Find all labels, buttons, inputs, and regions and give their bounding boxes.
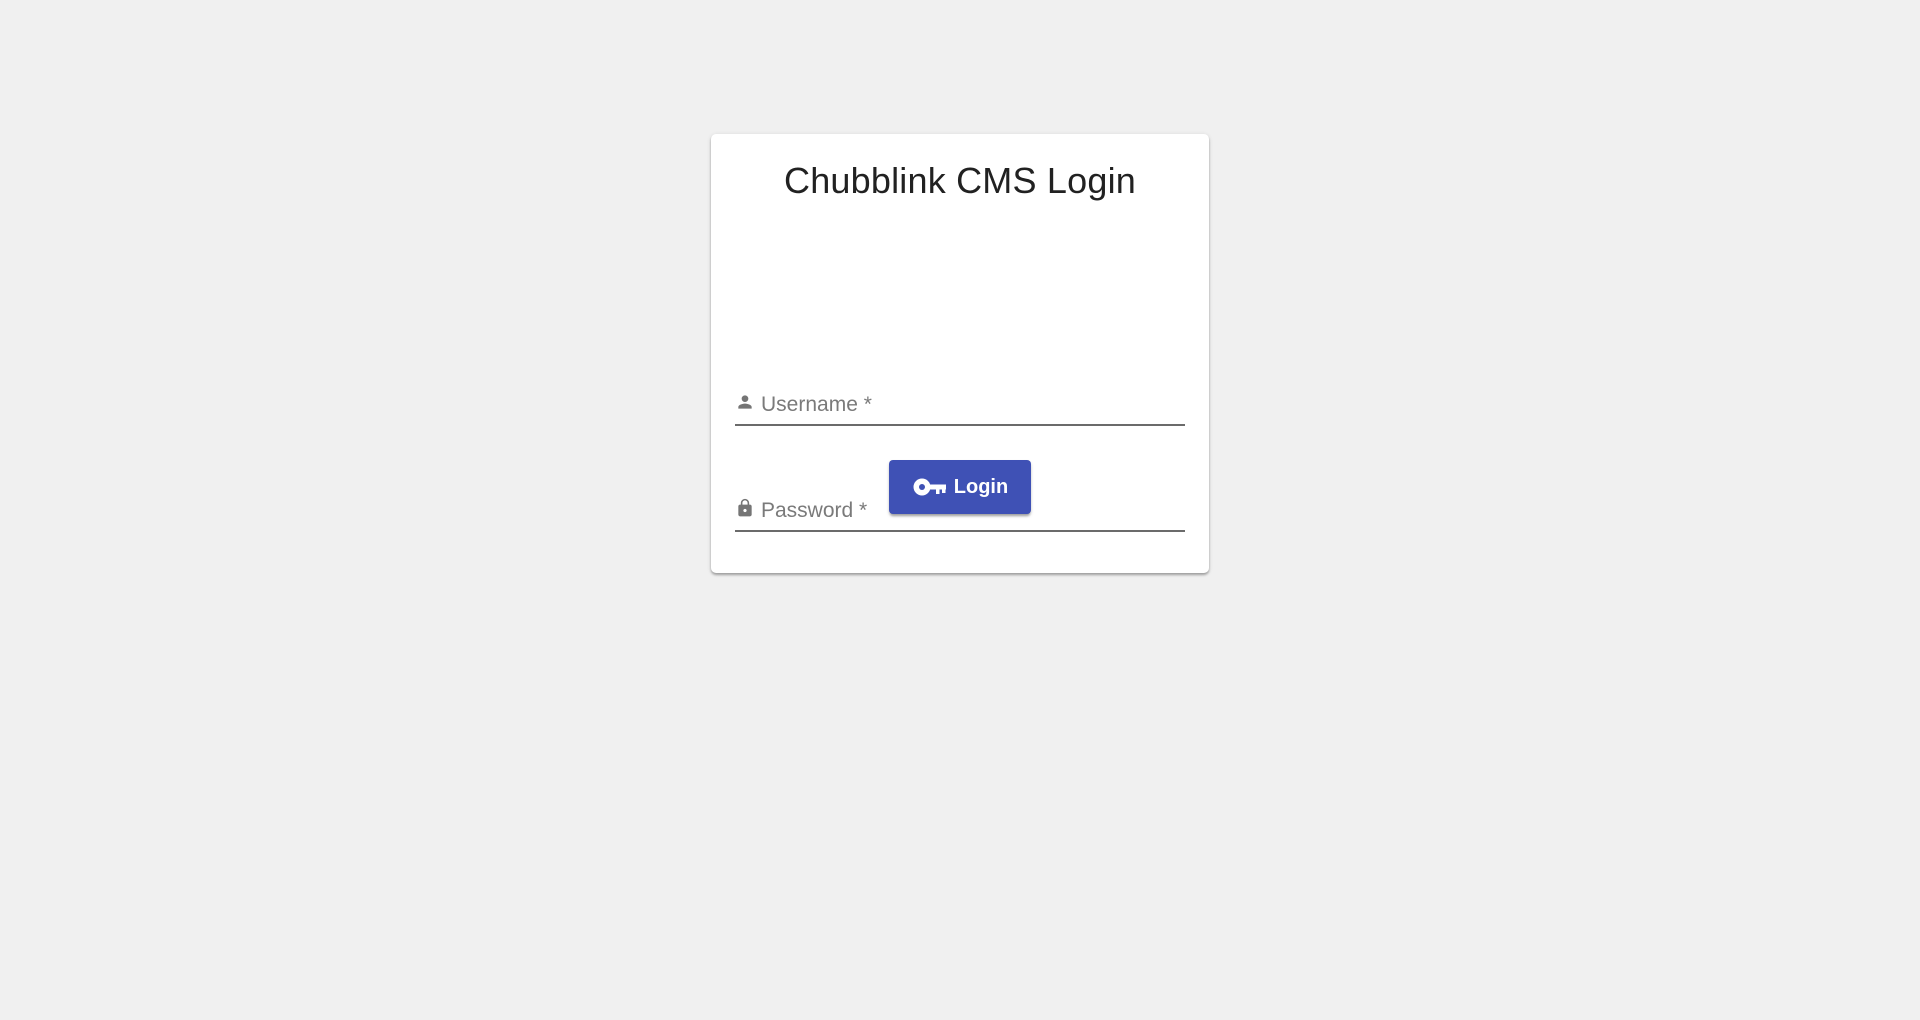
username-field xyxy=(735,386,1185,426)
login-title: Chubblink CMS Login xyxy=(784,160,1136,201)
login-button[interactable]: Login xyxy=(889,460,1031,514)
username-input[interactable] xyxy=(761,390,1181,420)
login-button-label: Login xyxy=(953,475,1009,498)
key-icon xyxy=(912,473,948,501)
login-card: Chubblink CMS Login Login xyxy=(711,134,1209,573)
lock-icon xyxy=(735,498,755,518)
person-icon xyxy=(735,392,755,412)
